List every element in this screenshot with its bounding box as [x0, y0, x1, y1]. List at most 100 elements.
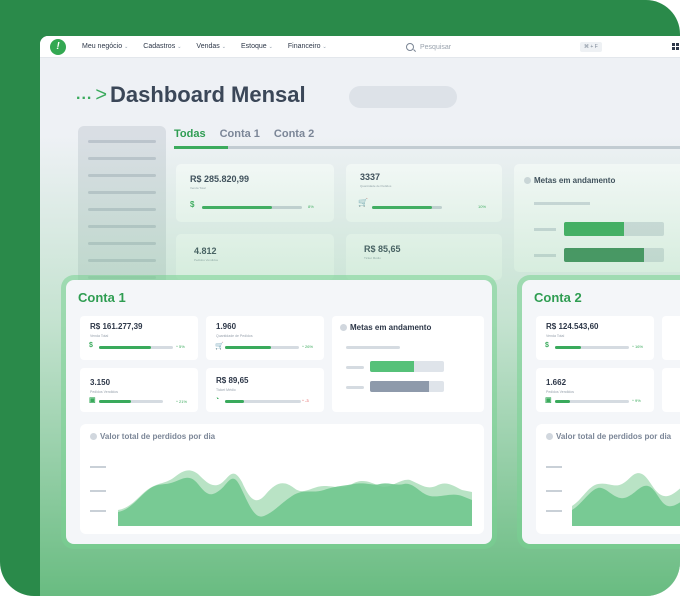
info-dot-icon	[524, 177, 531, 184]
cart-icon: 🛒	[215, 343, 224, 350]
chevron-down-icon: ⌄	[221, 43, 226, 50]
kpi-partial	[662, 368, 680, 412]
kpi-label: Venda Total	[546, 334, 565, 338]
breadcrumb-dots[interactable]: ...	[76, 86, 92, 104]
box-icon: ▣	[89, 397, 96, 404]
tab-conta-1[interactable]: Conta 1	[220, 128, 260, 140]
kpi-ticket-medio: R$ 89,65 Ticket Médio ◔ ^ -3	[206, 368, 324, 412]
kpi-value: R$ 161.277,39	[90, 322, 143, 331]
goal-progress-bar	[564, 222, 664, 236]
trend-percent: ^ 26%	[302, 344, 313, 349]
menu-meu-negocio[interactable]: Meu negócio ⌄	[82, 43, 128, 50]
app-frame: ! Meu negócio ⌄ Cadastros ⌄ Vendas ⌄ Estoqu…	[0, 0, 680, 596]
kpi-value: R$ 89,65	[216, 376, 249, 385]
trend-percent: ^ 9%	[632, 398, 641, 403]
metas-heading: Metas em andamento	[340, 323, 431, 332]
metas-title: Metas em andamento	[350, 323, 432, 332]
goal-progress-bar	[370, 361, 444, 372]
apps-grid-icon[interactable]	[672, 43, 679, 50]
menu-estoque[interactable]: Estoque ⌄	[241, 43, 273, 50]
goal-progress-bar	[370, 381, 444, 392]
kpi-venda-total: R$ 124.543,60 Venda Total $ ^ 16%	[536, 316, 654, 360]
menu-label: Vendas	[196, 43, 220, 50]
progress-bar	[555, 400, 629, 403]
card-value: 3337	[360, 172, 381, 182]
kpi-label: Pedidos Vendidos	[90, 390, 119, 394]
card-value: 4.812	[194, 246, 217, 256]
gauge-icon: ◔	[215, 396, 220, 403]
search-placeholder: Pesquisar	[420, 43, 452, 51]
metas-title: Metas em andamento	[534, 176, 616, 185]
kpi-partial	[662, 316, 680, 360]
kpi-pedidos-vendidos: 1.662 Pedidos Vendidos ▣ ^ 9%	[536, 368, 654, 412]
card-pedidos-vendidos: 4.812 Pedidos Vendidos	[176, 234, 334, 280]
dollar-icon: $	[190, 200, 195, 209]
progress-bar	[99, 346, 173, 349]
placeholder-line	[346, 346, 400, 349]
page-title: Dashboard Mensal	[110, 82, 306, 107]
menu-label: Estoque	[240, 43, 267, 50]
card-label: Venda Total	[190, 186, 206, 190]
account-tabs: Todas Conta 1 Conta 2	[174, 128, 314, 140]
menu-vendas[interactable]: Vendas ⌄	[196, 43, 226, 50]
trend-percent: 8%	[308, 204, 314, 209]
goal-progress-bar	[564, 248, 664, 262]
chevron-right-icon: >	[95, 83, 108, 106]
placeholder-line	[346, 386, 364, 389]
chevron-down-icon: ⌄	[124, 43, 129, 50]
progress-bar	[202, 206, 302, 209]
axis-tick	[546, 510, 562, 512]
logo-glyph: !	[56, 41, 60, 52]
axis-tick	[90, 466, 106, 468]
search-shortcut: ⌘ + F	[580, 42, 602, 52]
brand-logo[interactable]: !	[50, 38, 66, 55]
top-navbar: ! Meu negócio ⌄ Cadastros ⌄ Vendas ⌄ Estoqu…	[40, 36, 680, 58]
trend-percent: ^ 21%	[176, 399, 187, 404]
kpi-value: 1.662	[546, 378, 567, 387]
area-chart	[90, 466, 472, 526]
kpi-label: Ticket Médio	[216, 388, 236, 392]
tab-underline	[174, 146, 680, 149]
chevron-down-icon: ⌄	[177, 43, 182, 50]
kpi-label: Pedidos Vendidos	[546, 390, 575, 394]
card-venda-total: R$ 285.820,99 Venda Total $ 8%	[176, 164, 334, 222]
box-icon: ▣	[545, 397, 552, 404]
axis-tick	[546, 490, 562, 492]
tab-todas[interactable]: Todas	[174, 128, 206, 140]
account-panel-conta-1: Conta 1 R$ 161.277,39 Venda Total $ ^ 5%…	[66, 280, 492, 544]
progress-bar	[372, 206, 442, 209]
menu-label: Cadastros	[143, 43, 176, 50]
placeholder-line	[346, 366, 364, 369]
kpi-label: Venda Total	[90, 334, 109, 338]
cart-icon: 🛒	[358, 198, 368, 207]
card-value: R$ 85,65	[364, 244, 401, 254]
progress-bar	[555, 346, 629, 349]
search-icon	[406, 43, 414, 51]
trend-percent: 10%	[478, 204, 487, 209]
placeholder-line	[534, 202, 590, 205]
progress-bar	[99, 400, 163, 403]
card-quantidade-pedidos: 3337 Quantidade de Pedidos 🛒 10%	[346, 164, 502, 222]
kpi-value: 1.960	[216, 322, 237, 331]
main-menu: Meu negócio ⌄ Cadastros ⌄ Vendas ⌄ Estoque ⌄…	[82, 43, 327, 50]
kpi-value: 3.150	[90, 378, 111, 387]
trend-percent: ^ 5%	[176, 344, 185, 349]
menu-cadastros[interactable]: Cadastros ⌄	[143, 43, 181, 50]
kpi-pedidos-vendidos: 3.150 Pedidos Vendidos ▣ ^ 21%	[80, 368, 198, 412]
kpi-quantidade-pedidos: 1.960 Quantidade de Pedidos 🛒 ^ 26%	[206, 316, 324, 360]
menu-label: Meu negócio	[82, 43, 123, 50]
trend-percent: ^ 16%	[632, 344, 643, 349]
card-label: Ticket Médio	[364, 256, 381, 260]
trend-percent: ^ -3	[302, 398, 309, 403]
search-input[interactable]: Pesquisar	[406, 40, 606, 54]
period-selector[interactable]	[349, 86, 457, 108]
menu-financeiro[interactable]: Financeiro ⌄	[288, 43, 327, 50]
tab-conta-2[interactable]: Conta 2	[274, 128, 314, 140]
chart-card: Valor total de perdidos por dia	[536, 424, 680, 534]
dollar-icon: $	[89, 342, 93, 349]
card-label: Quantidade de Pedidos	[360, 184, 392, 188]
chart-card: Valor total de perdidos por dia	[80, 424, 484, 534]
dollar-icon: $	[545, 342, 549, 349]
card-metas: Metas em andamento	[514, 164, 680, 272]
account-panel-conta-2: Conta 2 R$ 124.543,60 Venda Total $ ^ 16…	[522, 280, 680, 544]
